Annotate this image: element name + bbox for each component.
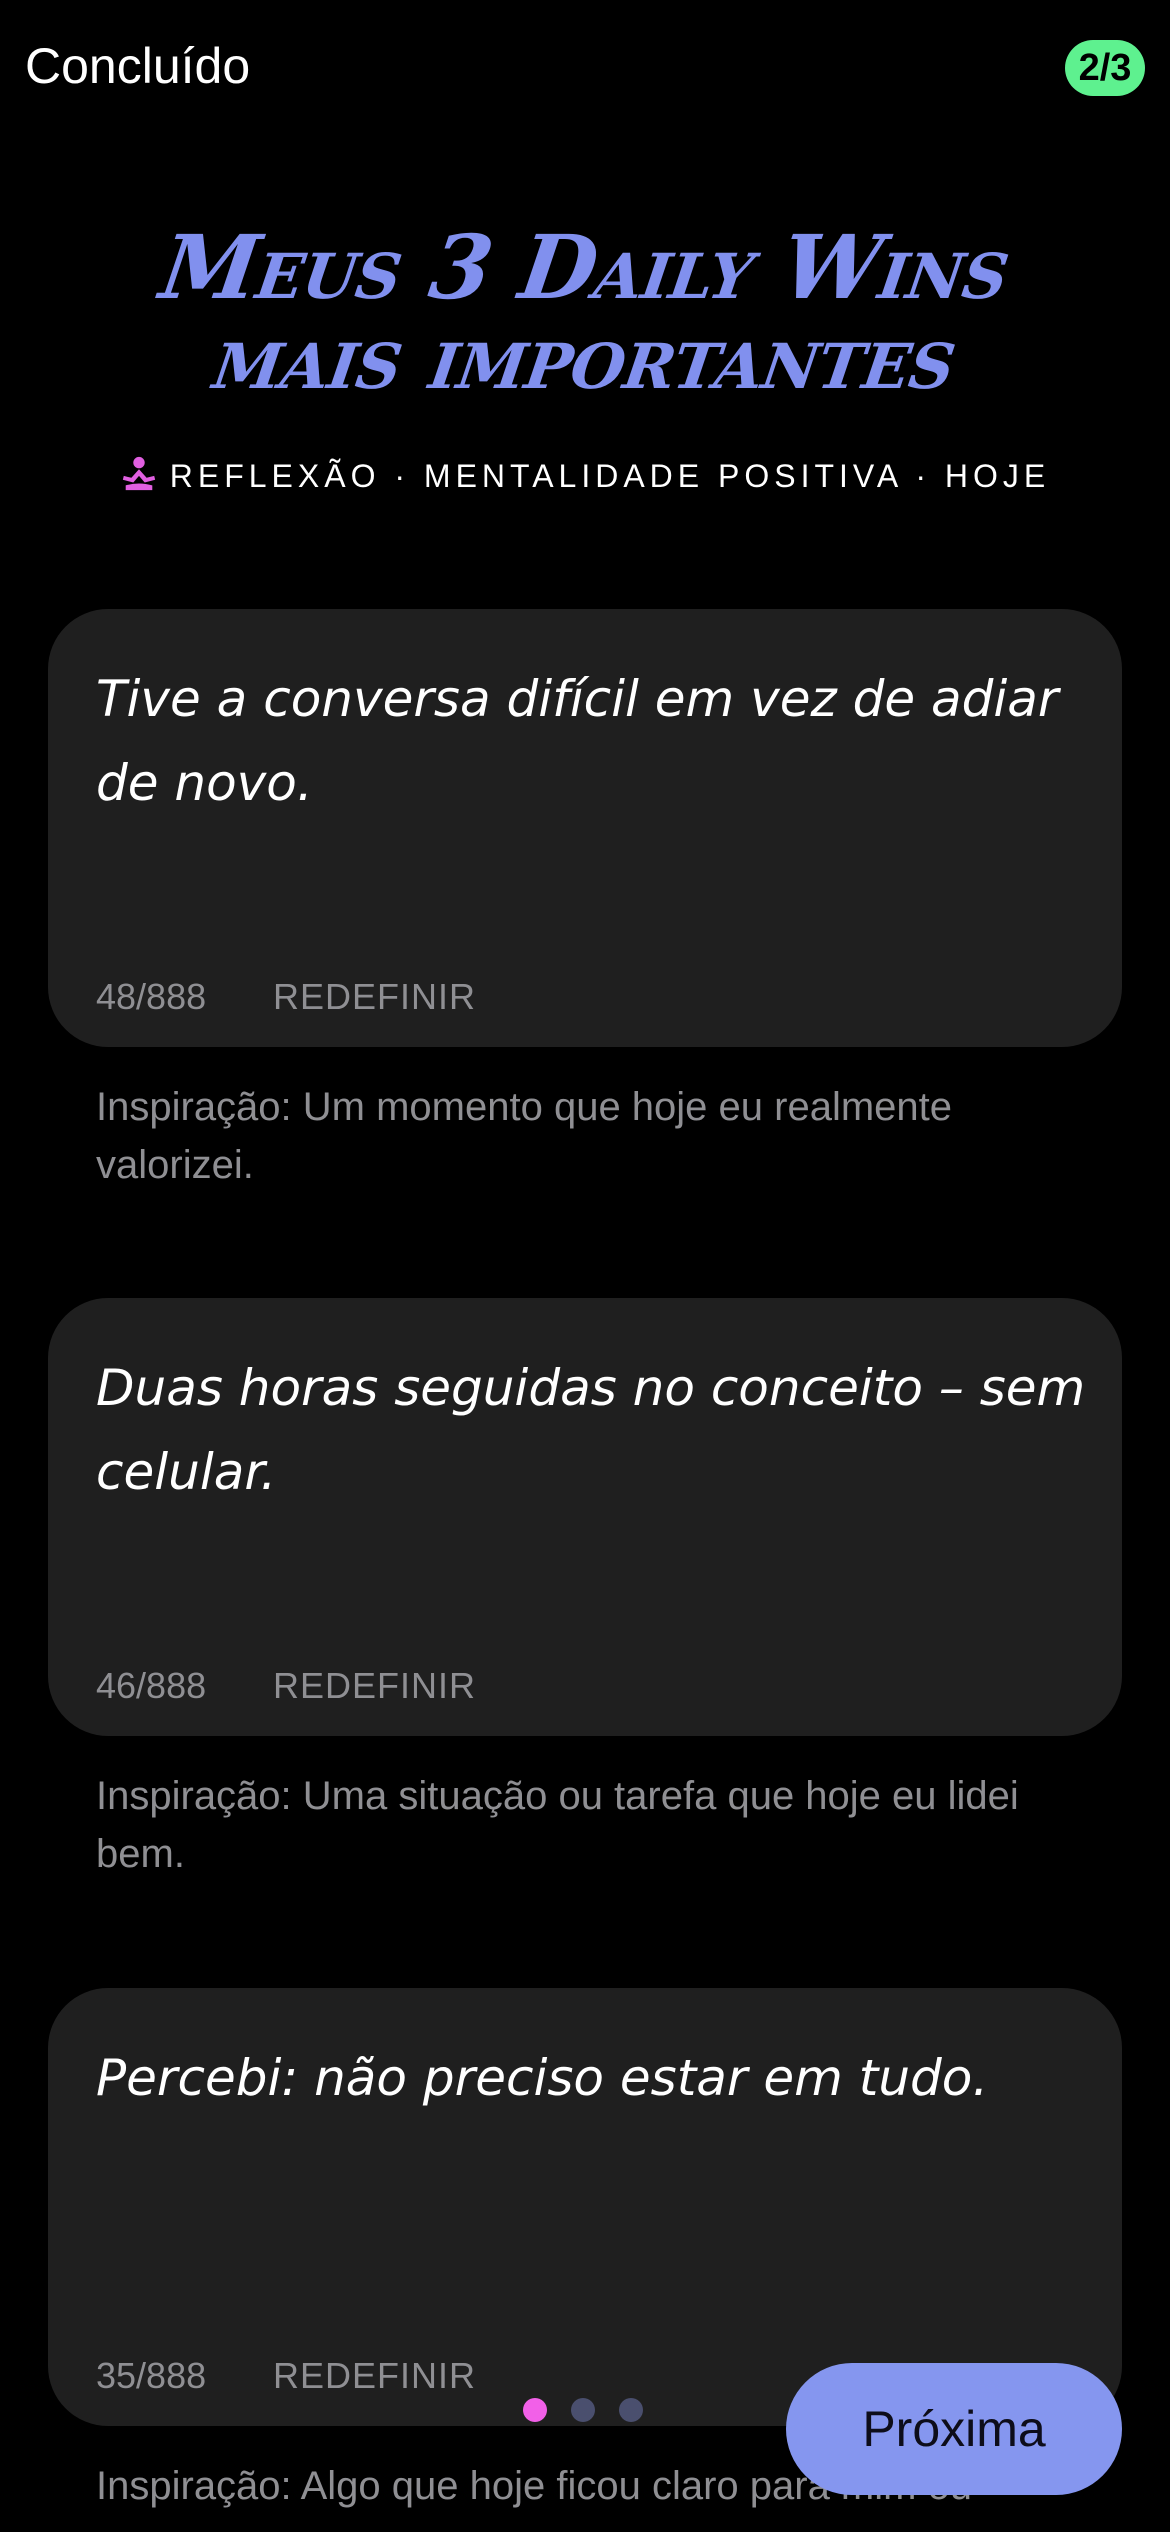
win-card-3[interactable]: Percebi: não preciso estar em tudo. 35/8… [48,1988,1122,2426]
reset-button-1[interactable]: REDEFINIR [273,975,476,1019]
page-dot-3[interactable] [619,2398,643,2422]
char-count-1: 48/888 [96,976,207,1017]
top-bar: Concluído 2/3 [0,0,1170,140]
page-dot-2[interactable] [571,2398,595,2422]
inspiration-hint-2: Inspiração: Uma situação ou tarefa que h… [96,1774,1019,1876]
subtitle: REFLEXÃO · MENTALIDADE POSITIVA · HOJE [0,452,1170,500]
done-button[interactable]: Concluído [25,34,250,98]
win-text-3[interactable]: Percebi: não preciso estar em tudo. [96,2036,1096,2120]
title-line-1: Meus 3 Daily Wins [154,215,1016,319]
page-title: Meus 3 Daily Wins mais importantes [0,215,1170,409]
win-text-2[interactable]: Duas horas seguidas no conceito – sem ce… [96,1346,1096,1514]
progress-badge: 2/3 [1065,40,1145,96]
win-card-2[interactable]: Duas horas seguidas no conceito – sem ce… [48,1298,1122,1736]
char-count-3: 35/888 [96,2355,207,2396]
win-text-1[interactable]: Tive a conversa difícil em vez de adiar … [96,657,1096,825]
title-line-2: mais importantes [207,305,963,409]
inspiration-hint-1: Inspiração: Um momento que hoje eu realm… [96,1085,953,1187]
reset-button-3[interactable]: REDEFINIR [273,2354,476,2398]
char-count-2: 46/888 [96,1665,207,1706]
page-dot-1[interactable] [523,2398,547,2422]
page-indicator [523,2398,667,2426]
meditation-icon [122,456,155,491]
subtitle-text: REFLEXÃO · MENTALIDADE POSITIVA · HOJE [169,458,1051,494]
reset-button-2[interactable]: REDEFINIR [273,1664,476,1708]
next-button[interactable]: Próxima [786,2363,1122,2495]
win-card-1[interactable]: Tive a conversa difícil em vez de adiar … [48,609,1122,1047]
